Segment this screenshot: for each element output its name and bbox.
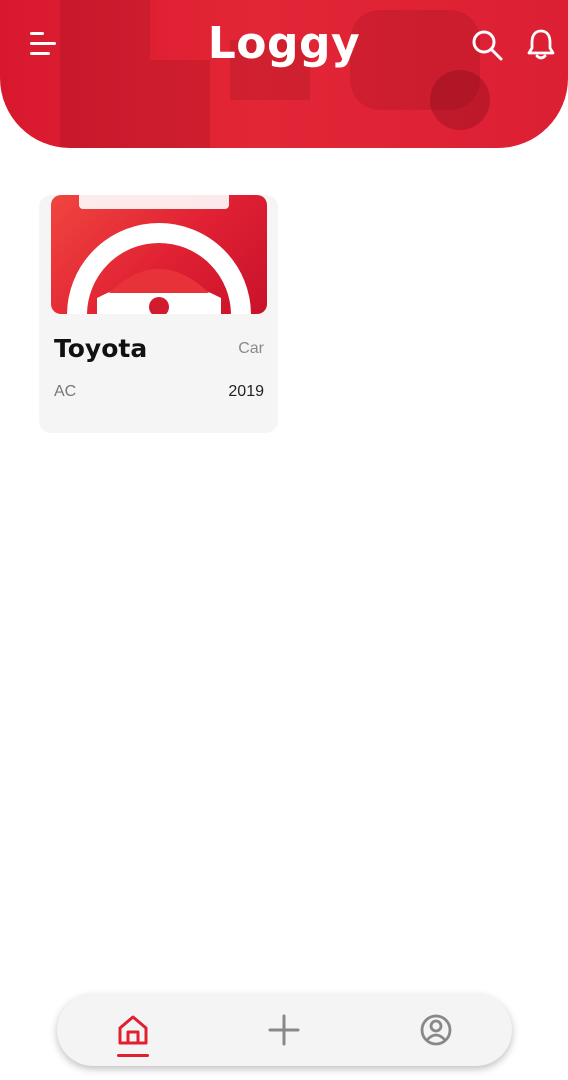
plus-icon: [268, 1014, 300, 1046]
home-icon: [118, 1015, 148, 1045]
app-header: Loggy: [0, 0, 568, 148]
vehicle-card[interactable]: Toyota Car AC 2019: [39, 195, 278, 433]
search-button[interactable]: [470, 28, 504, 62]
bell-icon: [527, 29, 555, 60]
active-tab-indicator: [117, 1054, 149, 1057]
search-icon: [472, 30, 503, 61]
nav-profile-button[interactable]: [418, 1012, 454, 1048]
vehicle-image: [51, 195, 267, 314]
profile-icon: [420, 1014, 452, 1046]
vehicle-name: Toyota: [54, 334, 148, 363]
nav-add-button[interactable]: [266, 1012, 302, 1048]
steering-wheel-logo: [67, 195, 251, 314]
nav-home-button[interactable]: [115, 1012, 151, 1048]
vehicle-model: AC: [54, 383, 77, 400]
vehicle-year: 2019: [228, 383, 264, 400]
vehicle-type: Car: [238, 340, 264, 357]
bottom-navigation: [57, 994, 512, 1066]
notification-button[interactable]: [525, 27, 557, 63]
